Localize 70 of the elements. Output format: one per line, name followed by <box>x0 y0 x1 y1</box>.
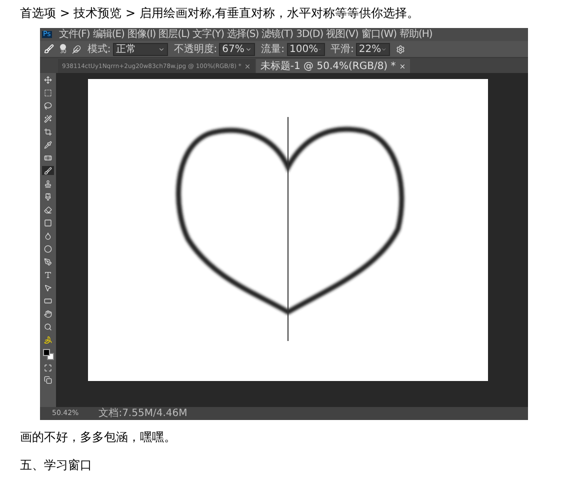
droplet-icon <box>44 232 52 240</box>
opacity-field[interactable]: 67% <box>219 42 256 56</box>
wand-icon <box>44 114 52 122</box>
tool-button[interactable] <box>42 101 54 110</box>
menu-item[interactable]: 选择(S) <box>227 30 259 40</box>
menu-item[interactable]: 视图(V) <box>326 30 358 40</box>
tool-button[interactable] <box>42 114 54 123</box>
document-size: 文档:7.55M/4.46M <box>98 408 188 418</box>
tool-button[interactable] <box>42 127 54 136</box>
brush-icon[interactable] <box>44 44 54 54</box>
menu-item[interactable]: 图像(I) <box>127 30 156 40</box>
smoothing-label: 平滑: <box>330 42 354 56</box>
chevron-down-icon <box>158 46 165 52</box>
zoom-icon <box>44 322 52 330</box>
close-icon[interactable] <box>244 62 252 70</box>
menu-item[interactable]: 图层(L) <box>158 30 190 40</box>
mode-dropdown[interactable]: 正常 <box>112 42 168 56</box>
move-icon <box>44 76 52 84</box>
pipette-icon <box>44 140 52 148</box>
intro-text: 首选项 > 技术预览 > 启用绘画对称,有垂直对称，水平对称等等供你选择。 <box>20 5 420 22</box>
rectangle-icon <box>44 296 52 304</box>
document-tab[interactable]: 未标题-1 @ 50.4%(RGB/8) * <box>256 59 410 73</box>
tool-button[interactable] <box>42 335 54 344</box>
banana-icon <box>44 336 52 344</box>
tool-button[interactable] <box>42 75 54 84</box>
stamp-icon <box>44 180 52 188</box>
chevron-down-icon <box>245 46 252 52</box>
tool-button[interactable] <box>42 205 54 214</box>
marquee-icon <box>44 88 52 96</box>
tool-button[interactable] <box>42 244 54 253</box>
opacity-label: 不透明度: <box>174 42 218 56</box>
settings-icon[interactable] <box>396 44 405 54</box>
tool-button[interactable] <box>42 296 54 305</box>
tool-button[interactable] <box>42 270 54 279</box>
canvas[interactable] <box>88 79 488 381</box>
menu-item[interactable]: 窗口(W) <box>361 30 397 40</box>
paragraph: 画的不好，多多包涵，嘿嘿。 <box>20 429 177 446</box>
brush-icon <box>44 166 52 174</box>
menu-item[interactable]: 文件(F) <box>58 30 90 40</box>
menu-item[interactable]: 3D(D) <box>296 30 324 40</box>
feather-icon[interactable] <box>72 44 82 54</box>
pen-icon <box>44 258 52 266</box>
tool-button[interactable] <box>42 322 54 331</box>
paintbrush-icon <box>44 192 52 200</box>
tool-button[interactable] <box>42 153 54 162</box>
menu-item[interactable]: 文字(Y) <box>192 30 224 40</box>
tool-button[interactable] <box>42 166 54 175</box>
tool-button[interactable] <box>42 179 54 188</box>
flow-label: 流量: <box>261 42 284 56</box>
tool-button[interactable] <box>42 309 54 318</box>
flow-field[interactable]: 100% <box>286 42 324 56</box>
color-swatches-icon[interactable] <box>42 349 54 360</box>
crop-icon <box>44 128 52 136</box>
smoothing-field[interactable]: 22% <box>356 42 390 56</box>
circle-icon <box>44 244 52 252</box>
tool-button[interactable] <box>42 140 54 149</box>
tool-button[interactable] <box>42 283 54 292</box>
menu-item[interactable]: 滤镜(T) <box>262 30 294 40</box>
bandage-icon <box>44 154 52 162</box>
paragraph: 五、学习窗口 <box>20 457 93 474</box>
tool-button[interactable] <box>42 257 54 266</box>
hand-icon <box>44 310 52 318</box>
chevron-down-icon <box>381 46 387 52</box>
type-icon <box>44 270 52 278</box>
eraser-icon <box>44 206 52 214</box>
menu-item[interactable]: 编辑(E) <box>92 30 124 40</box>
pointer-icon <box>44 284 52 292</box>
lasso-icon <box>44 102 52 110</box>
mode-label: 模式: <box>87 42 111 56</box>
menu-item[interactable]: 帮助(H) <box>400 30 432 40</box>
